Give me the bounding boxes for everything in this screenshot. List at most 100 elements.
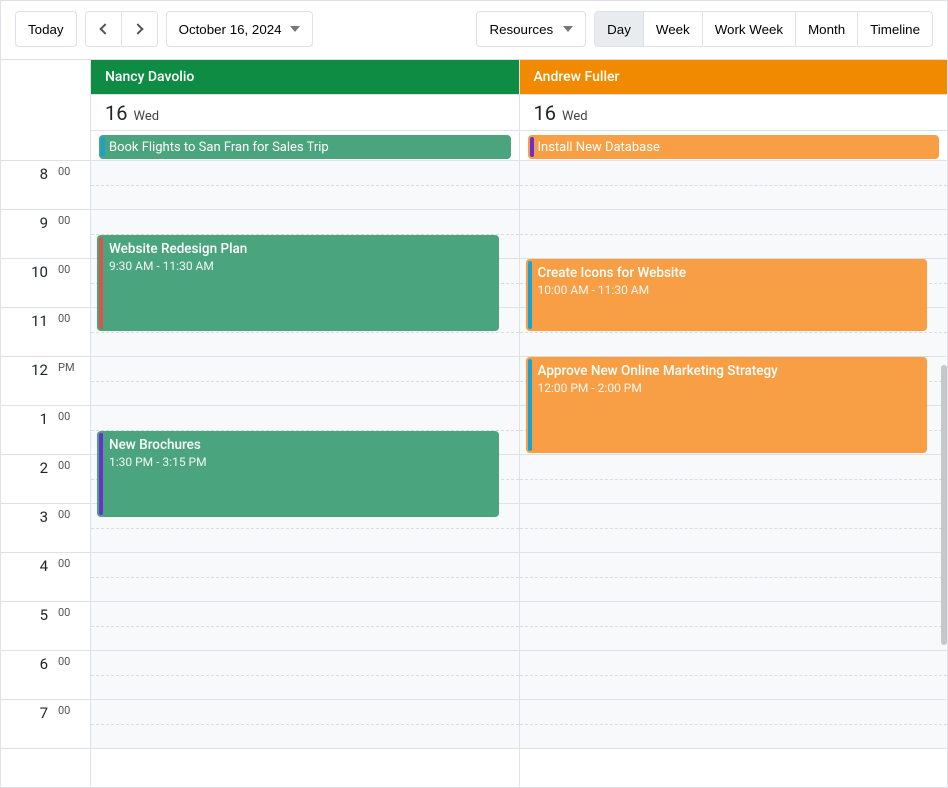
- minute-label: 00: [56, 602, 90, 650]
- event-title: Create Icons for Website: [538, 265, 920, 281]
- chevron-right-icon: [132, 23, 143, 34]
- hour-label: 2: [1, 455, 56, 503]
- next-button[interactable]: [122, 11, 158, 47]
- time-slot: 700: [1, 700, 90, 749]
- event-category-bar: [528, 359, 532, 451]
- time-slot: 300: [1, 504, 90, 553]
- event-title: Approve New Online Marketing Strategy: [538, 363, 920, 379]
- event-time: 1:30 PM - 3:15 PM: [109, 455, 491, 469]
- resource-date-1[interactable]: 16 Wed: [520, 94, 948, 130]
- resource-name-0: Nancy Davolio: [91, 60, 519, 94]
- hour-cell[interactable]: [520, 602, 948, 651]
- minute-label: 00: [56, 553, 90, 601]
- calendar-event[interactable]: Approve New Online Marketing Strategy 12:…: [526, 357, 928, 453]
- resources-label: Resources: [489, 22, 553, 37]
- toolbar: Today October 16, 2024 Resources Day Wee…: [1, 1, 947, 59]
- resource-name-1: Andrew Fuller: [520, 60, 948, 94]
- hour-label: 1: [1, 406, 56, 454]
- time-gutter: 8009001000110012PM100200300400500600700: [1, 161, 91, 787]
- header-gutter: [1, 60, 91, 160]
- minute-label: 00: [56, 259, 90, 307]
- hour-cell[interactable]: [520, 455, 948, 504]
- time-slot: 500: [1, 602, 90, 651]
- allday-event-title: Install New Database: [538, 140, 660, 155]
- allday-row-0[interactable]: Book Flights to San Fran for Sales Trip: [91, 130, 519, 160]
- hour-label: 6: [1, 651, 56, 699]
- caret-down-icon: [563, 26, 573, 32]
- nav-group: [85, 11, 158, 47]
- resources-button[interactable]: Resources: [476, 11, 586, 47]
- hour-cell[interactable]: [520, 210, 948, 259]
- time-slot: 900: [1, 210, 90, 259]
- date-number: 16: [105, 95, 127, 131]
- time-slot: 600: [1, 651, 90, 700]
- minute-label: 00: [56, 504, 90, 552]
- hour-cell[interactable]: [520, 504, 948, 553]
- view-week[interactable]: Week: [644, 11, 703, 47]
- view-timeline[interactable]: Timeline: [858, 11, 933, 47]
- caret-down-icon: [290, 26, 300, 32]
- date-label: October 16, 2024: [179, 22, 282, 37]
- minute-label: 00: [56, 455, 90, 503]
- calendar-event[interactable]: New Brochures 1:30 PM - 3:15 PM: [97, 431, 499, 517]
- minute-label: 00: [56, 406, 90, 454]
- minute-label: 00: [56, 308, 90, 356]
- resource-column-header-0: Nancy Davolio 16 Wed Book Flights to San…: [91, 60, 519, 160]
- resource-column-header-1: Andrew Fuller 16 Wed Install New Databas…: [519, 60, 948, 160]
- hour-label: 5: [1, 602, 56, 650]
- time-slot: 400: [1, 553, 90, 602]
- minute-label: 00: [56, 210, 90, 258]
- today-button[interactable]: Today: [15, 11, 77, 47]
- hour-label: 4: [1, 553, 56, 601]
- view-switcher: Day Week Work Week Month Timeline: [594, 11, 933, 47]
- resource-date-0[interactable]: 16 Wed: [91, 94, 519, 130]
- minute-label: 00: [56, 651, 90, 699]
- hour-cell[interactable]: [520, 553, 948, 602]
- resource-column-1[interactable]: Create Icons for Website 10:00 AM - 11:30…: [519, 161, 948, 787]
- allday-row-1[interactable]: Install New Database: [520, 130, 948, 160]
- scheduler-root: Today October 16, 2024 Resources Day Wee…: [0, 0, 948, 788]
- calendar-event[interactable]: Website Redesign Plan 9:30 AM - 11:30 AM: [97, 235, 499, 331]
- scheduler-header: Nancy Davolio 16 Wed Book Flights to San…: [1, 59, 947, 161]
- hour-cell[interactable]: [91, 602, 519, 651]
- resource-column-0[interactable]: Website Redesign Plan 9:30 AM - 11:30 AM N…: [91, 161, 519, 787]
- event-category-bar: [99, 433, 103, 515]
- hour-label: 10: [1, 259, 56, 307]
- view-month[interactable]: Month: [796, 11, 858, 47]
- date-picker-button[interactable]: October 16, 2024: [166, 11, 313, 47]
- allday-event-title: Book Flights to San Fran for Sales Trip: [109, 140, 329, 155]
- hour-cell[interactable]: [91, 651, 519, 700]
- hour-cell[interactable]: [520, 651, 948, 700]
- calendar-event[interactable]: Create Icons for Website 10:00 AM - 11:30…: [526, 259, 928, 331]
- event-time: 10:00 AM - 11:30 AM: [538, 283, 920, 297]
- minute-label: 00: [56, 700, 90, 748]
- scheduler-content: Website Redesign Plan 9:30 AM - 11:30 AM N…: [91, 161, 947, 787]
- event-category-bar: [530, 137, 534, 157]
- hour-label: 8: [1, 161, 56, 209]
- time-slot: 1000: [1, 259, 90, 308]
- event-time: 12:00 PM - 2:00 PM: [538, 381, 920, 395]
- hour-cell[interactable]: [91, 553, 519, 602]
- event-time: 9:30 AM - 11:30 AM: [109, 259, 491, 273]
- allday-event-1[interactable]: Install New Database: [528, 135, 940, 159]
- minute-label: PM: [56, 357, 90, 405]
- hour-cell[interactable]: [91, 700, 519, 749]
- time-slot: 200: [1, 455, 90, 504]
- hour-cell[interactable]: [91, 357, 519, 406]
- scrollbar-thumb[interactable]: [941, 365, 947, 645]
- time-slot: 12PM: [1, 357, 90, 406]
- event-category-bar: [101, 137, 105, 157]
- event-title: Website Redesign Plan: [109, 241, 491, 257]
- allday-event-0[interactable]: Book Flights to San Fran for Sales Trip: [99, 135, 511, 159]
- date-number: 16: [534, 95, 556, 131]
- hour-label: 3: [1, 504, 56, 552]
- hour-cell[interactable]: [91, 161, 519, 210]
- event-title: New Brochures: [109, 437, 491, 453]
- view-work-week[interactable]: Work Week: [703, 11, 796, 47]
- prev-button[interactable]: [85, 11, 122, 47]
- event-category-bar: [528, 261, 532, 329]
- hour-cell[interactable]: [520, 700, 948, 749]
- view-day[interactable]: Day: [594, 11, 644, 47]
- hour-cell[interactable]: [520, 161, 948, 210]
- minute-label: 00: [56, 161, 90, 209]
